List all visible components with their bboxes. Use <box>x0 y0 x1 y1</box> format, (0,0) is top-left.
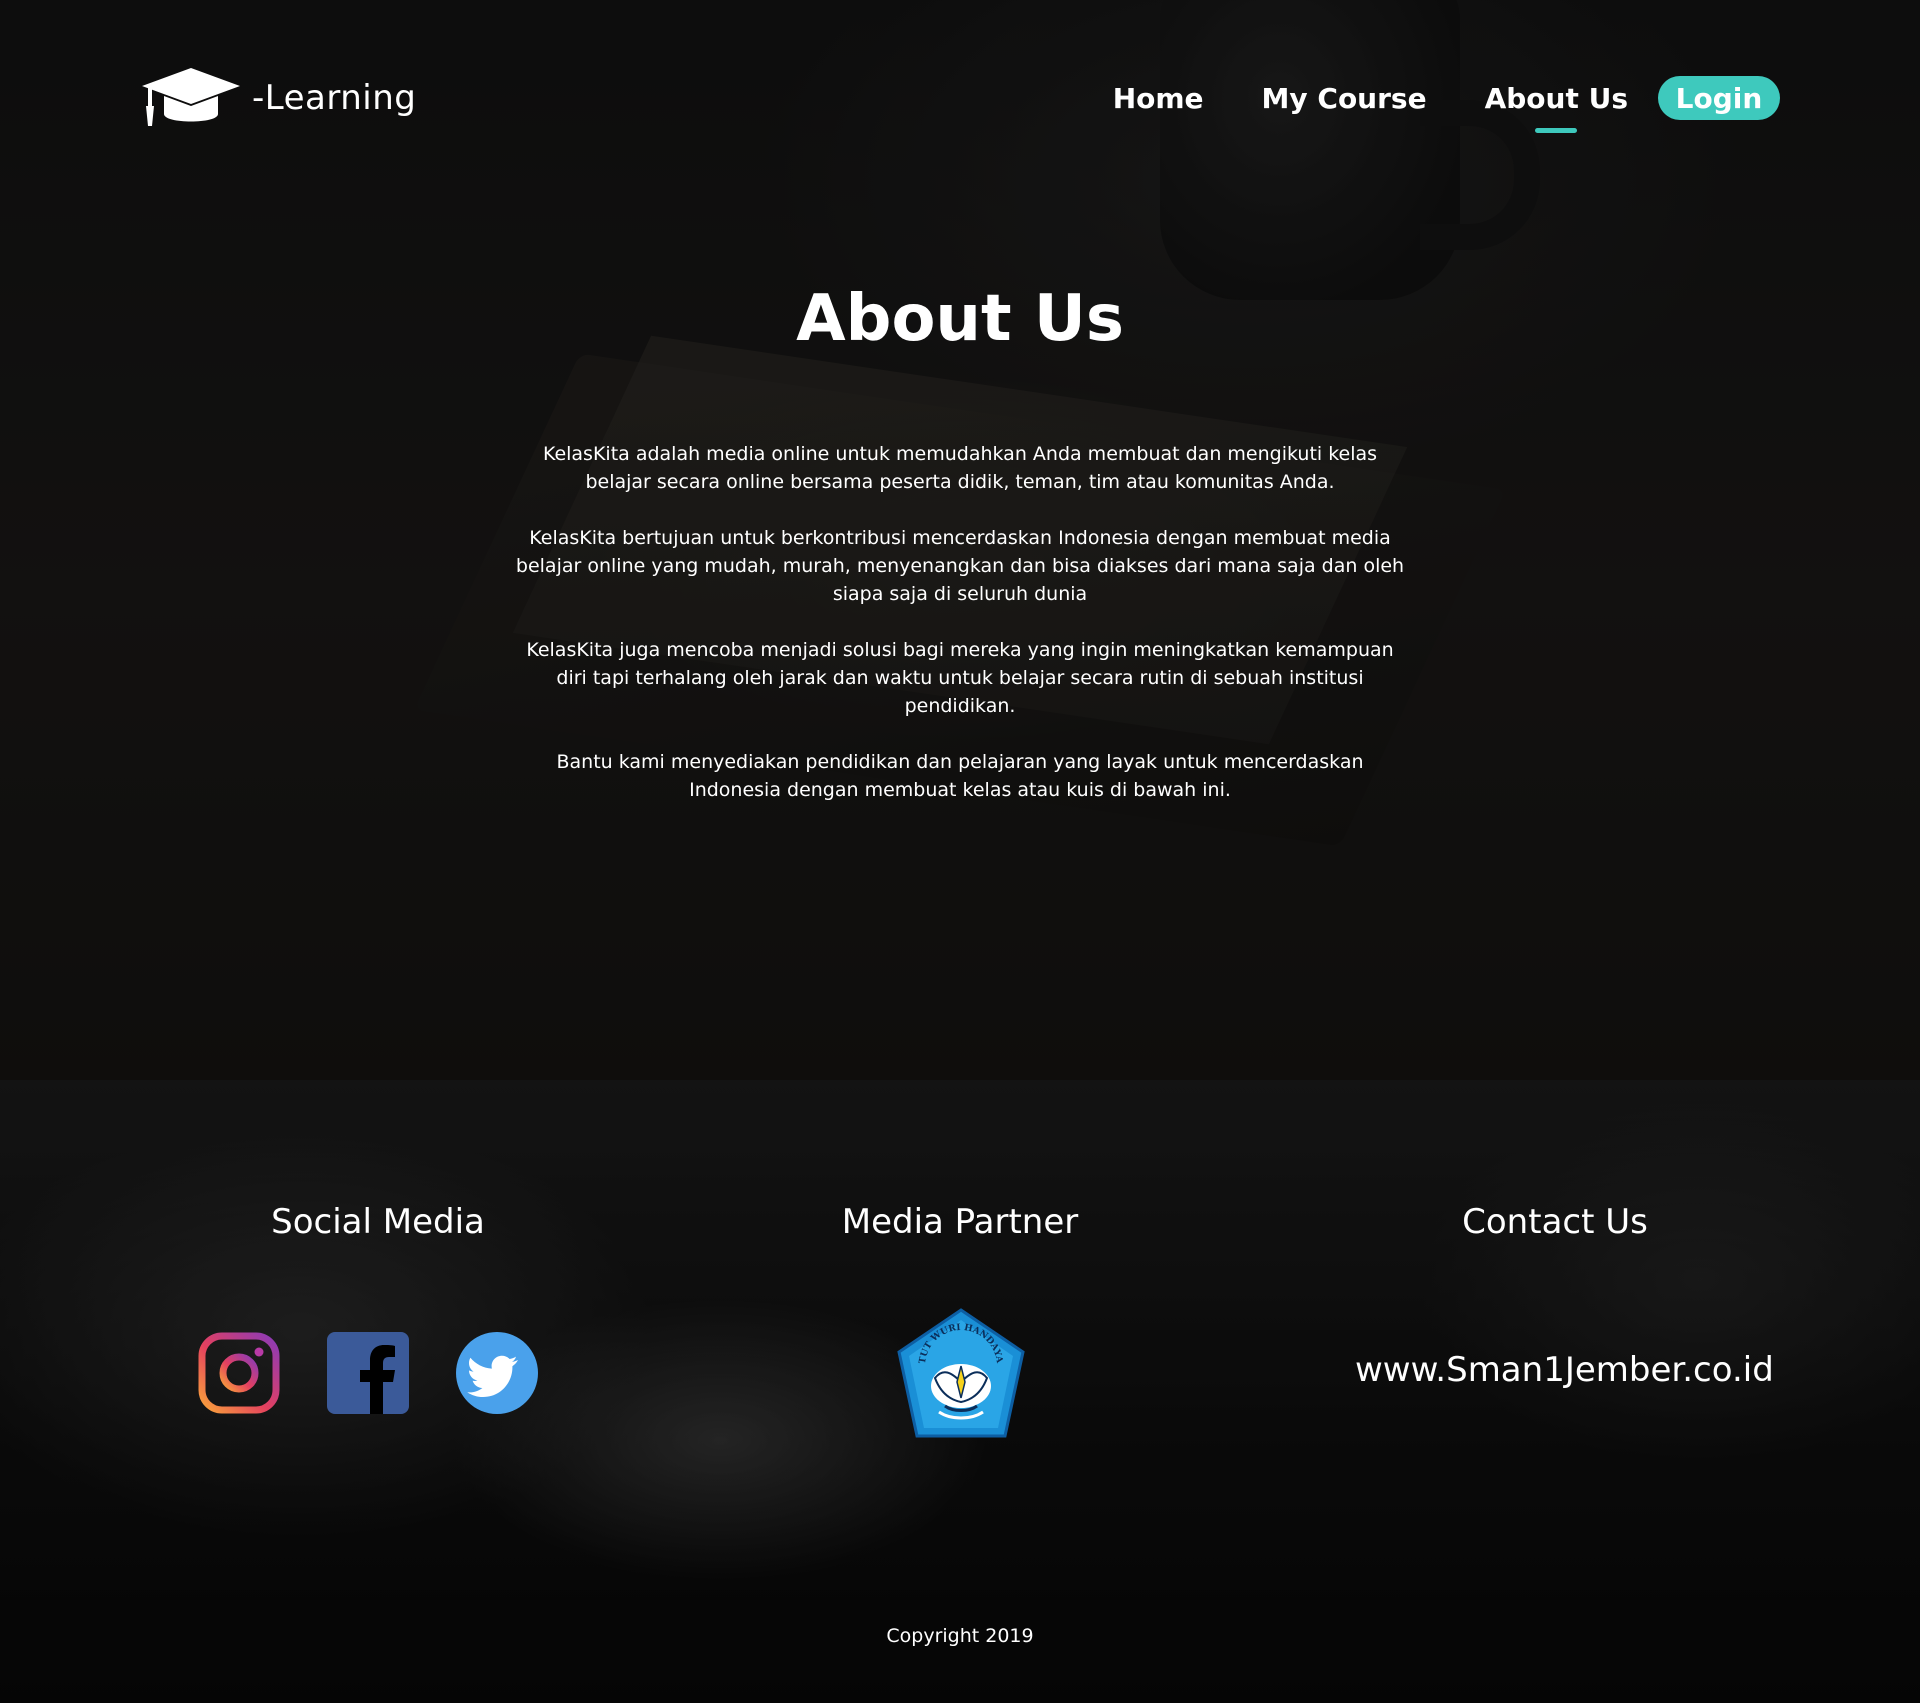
contact-website-link[interactable]: www.Sman1Jember.co.id <box>1355 1350 1774 1390</box>
about-paragraph: Bantu kami menyediakan pendidikan dan pe… <box>556 751 1364 801</box>
navbar: -Learning Home My Course About Us Login <box>0 0 1920 200</box>
login-button[interactable]: Login <box>1658 76 1780 120</box>
social-icons <box>198 1332 538 1414</box>
nav-about-us[interactable]: About Us <box>1485 82 1628 133</box>
social-media-heading: Social Media <box>271 1202 485 1242</box>
media-partner-heading: Media Partner <box>841 1202 1079 1242</box>
brand-text: -Learning <box>252 78 417 118</box>
tut-wuri-handayani-logo[interactable]: TUT WURI HANDAYANI <box>895 1308 1027 1442</box>
page-title: About Us <box>796 282 1124 356</box>
about-paragraph: KelasKita bertujuan untuk berkontribusi … <box>515 527 1405 605</box>
copyright-text: Copyright 2019 <box>886 1625 1034 1647</box>
facebook-icon[interactable] <box>327 1332 409 1414</box>
twitter-icon[interactable] <box>456 1332 538 1414</box>
main-menu: Home My Course About Us Login <box>1113 76 1780 133</box>
about-description: KelasKita adalah media online untuk memu… <box>510 440 1410 832</box>
about-paragraph: KelasKita adalah media online untuk memu… <box>542 443 1378 493</box>
about-paragraph: KelasKita juga mencoba menjadi solusi ba… <box>526 639 1394 717</box>
footer: Social Media Media Partner TUT WURI HAND… <box>0 1080 1920 1703</box>
brand-logo-link[interactable]: -Learning <box>140 66 416 130</box>
nav-my-course[interactable]: My Course <box>1262 82 1427 115</box>
graduation-cap-icon <box>142 68 240 126</box>
contact-us-heading: Contact Us <box>1462 1202 1648 1242</box>
nav-home[interactable]: Home <box>1113 82 1204 115</box>
instagram-icon[interactable] <box>198 1332 280 1414</box>
